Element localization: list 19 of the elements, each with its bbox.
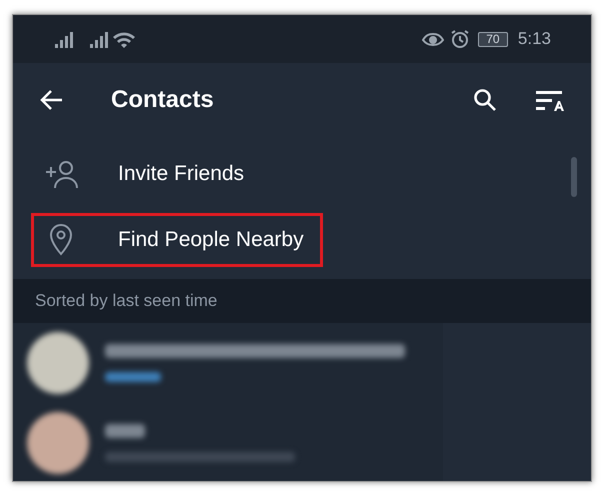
alarm-clock-icon [450, 29, 470, 49]
clock-time: 5:13 [518, 28, 551, 50]
eye-icon [422, 31, 444, 47]
menu-item[interactable]: Invite Friends [31, 147, 264, 201]
menu-item[interactable]: Find People Nearby [31, 213, 323, 267]
section-header: Sorted by last seen time [13, 279, 591, 323]
location-pin-icon [49, 224, 73, 256]
back-arrow-icon[interactable] [39, 89, 63, 111]
app-bar-title: Contacts [111, 85, 214, 115]
menu-item-label: Invite Friends [118, 161, 244, 188]
battery-indicator: 70 [478, 32, 508, 46]
blurred-name [105, 424, 145, 438]
scrollbar-thumb [571, 157, 577, 197]
avatar [27, 332, 89, 394]
avatar [27, 412, 89, 474]
search-icon[interactable] [473, 88, 497, 112]
add-person-icon [44, 159, 78, 189]
menu-item-label: Find People Nearby [118, 227, 304, 254]
sort-icon[interactable] [535, 88, 565, 112]
